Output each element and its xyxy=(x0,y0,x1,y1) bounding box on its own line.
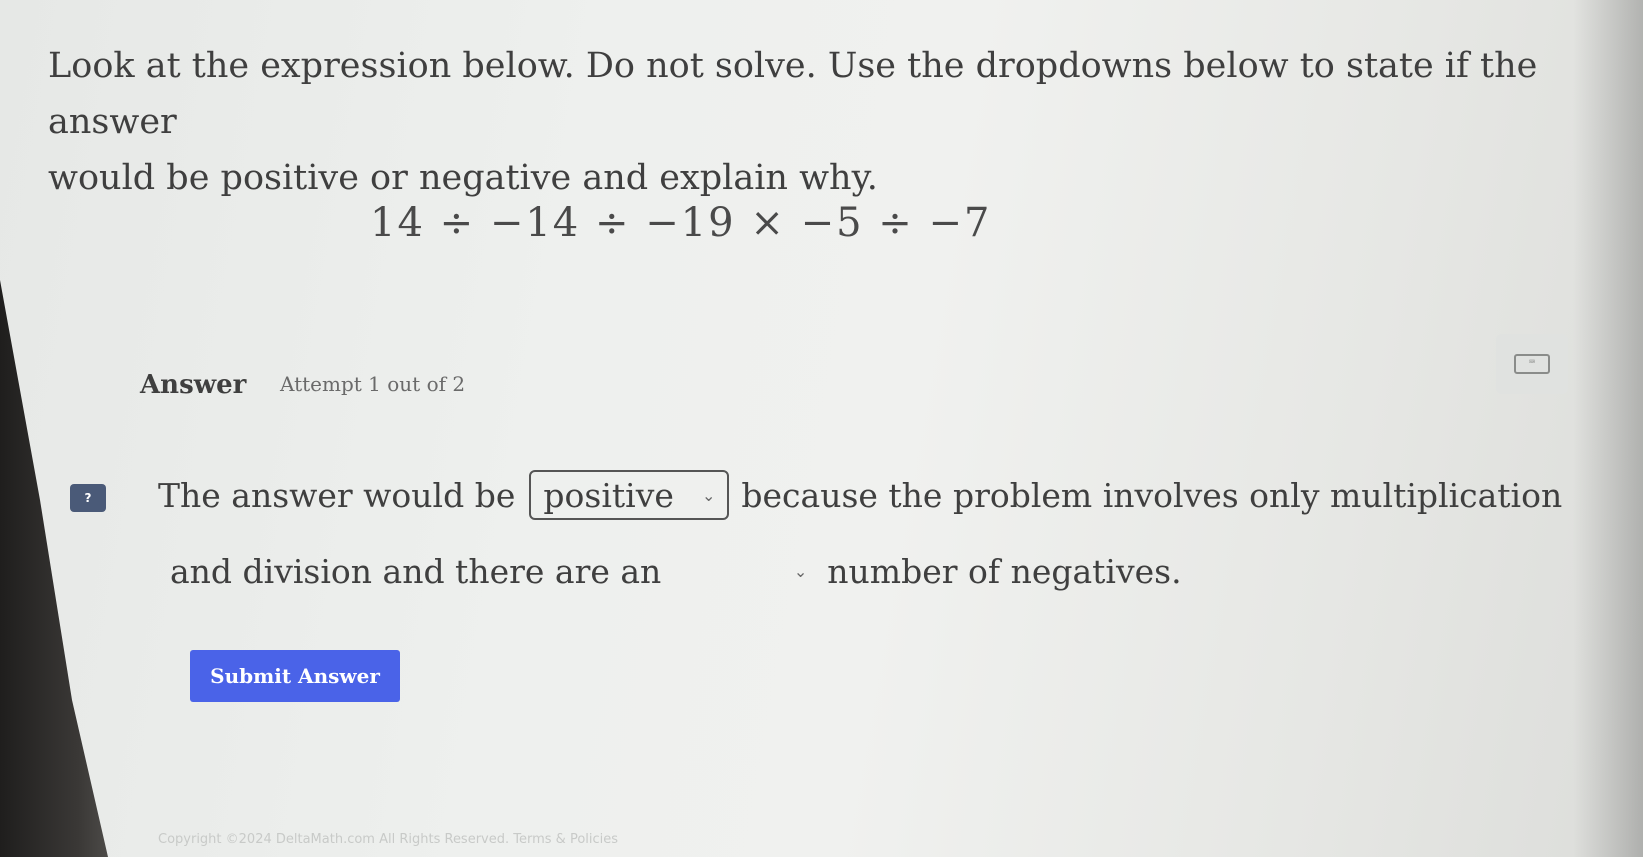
chevron-down-icon: ⌄ xyxy=(793,561,808,581)
sentence-part-3: and division and there are an xyxy=(170,551,662,591)
sentence-part-2: because the problem involves only multip… xyxy=(741,475,1563,515)
chevron-down-icon: ⌄ xyxy=(701,485,716,505)
footer-copyright[interactable]: Copyright ©2024 DeltaMath.com All Rights… xyxy=(158,832,618,847)
answer-sentence-line-2: and division and there are an ⌄ number o… xyxy=(170,546,1182,596)
keyboard-icon: ⌨ xyxy=(1514,354,1550,374)
sign-dropdown-value: positive xyxy=(543,475,674,515)
question-prompt: Look at the expression below. Do not sol… xyxy=(48,38,1628,206)
sentence-part-1: The answer would be xyxy=(158,475,516,515)
chat-help-icon[interactable]: ? xyxy=(70,484,106,512)
sign-dropdown[interactable]: positive ⌄ xyxy=(529,470,730,520)
parity-dropdown[interactable]: ⌄ xyxy=(665,546,821,596)
math-expression: 14 ÷ −14 ÷ −19 × −5 ÷ −7 xyxy=(370,200,992,246)
question-line-2: would be positive or negative and explai… xyxy=(48,158,878,198)
answer-label: Answer xyxy=(140,370,247,400)
attempt-counter: Attempt 1 out of 2 xyxy=(280,372,466,396)
keyboard-toggle-button[interactable]: ⌨ xyxy=(1496,334,1568,394)
sentence-part-4: number of negatives. xyxy=(827,551,1182,591)
question-line-1: Look at the expression below. Do not sol… xyxy=(48,46,1538,142)
submit-answer-button[interactable]: Submit Answer xyxy=(190,650,400,702)
answer-sentence-line-1: The answer would be positive ⌄ because t… xyxy=(158,470,1562,520)
